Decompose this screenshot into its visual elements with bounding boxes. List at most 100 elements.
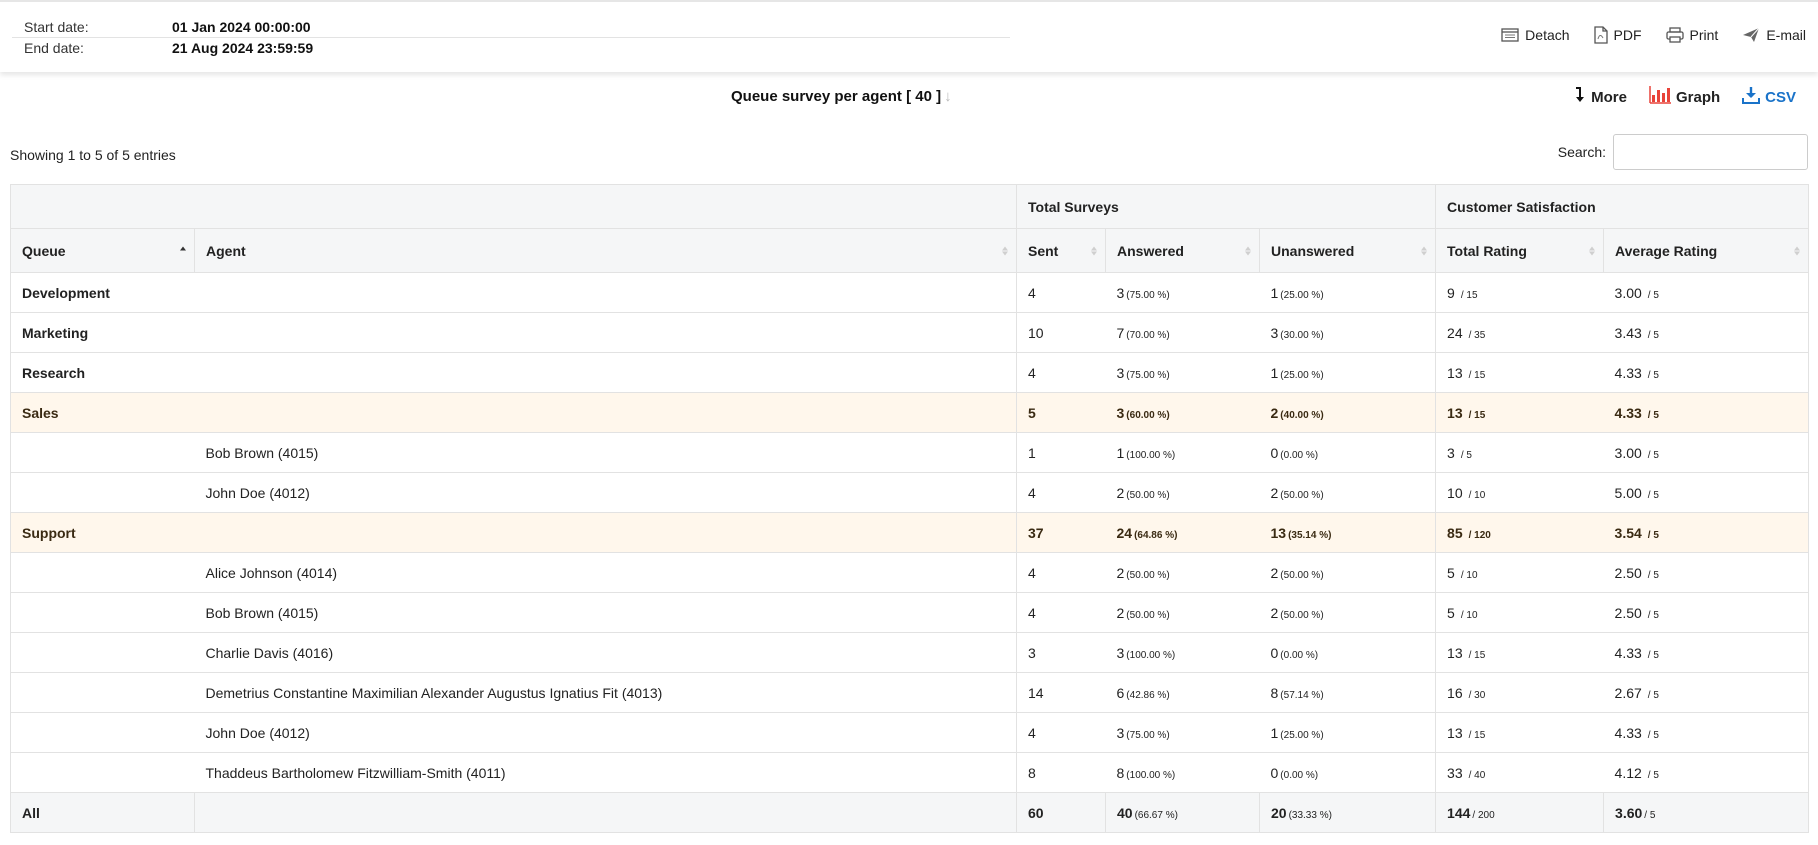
- agent-cell: John Doe (4012): [194, 712, 1017, 753]
- total-rating-cell: 5 / 10: [1435, 592, 1604, 633]
- column-header-queue-label: Queue: [22, 242, 66, 259]
- table-row: Thaddeus Bartholomew Fitzwilliam-Smith (…: [10, 752, 1810, 793]
- average-rating-max: / 5: [1647, 289, 1659, 301]
- total-rating-cell: 13 / 15: [1435, 392, 1604, 433]
- agent-cell: Thaddeus Bartholomew Fitzwilliam-Smith (…: [194, 752, 1017, 793]
- csv-button[interactable]: CSV: [1742, 86, 1796, 108]
- queue-cell: [10, 712, 195, 753]
- queue-cell: [10, 672, 195, 713]
- answered-cell: 3 (75.00 %): [1105, 352, 1260, 393]
- queue-cell: [10, 752, 195, 793]
- answered-percent: (50.00 %): [1126, 609, 1170, 621]
- unanswered-percent: (40.00 %): [1280, 409, 1324, 421]
- sent-cell: 5: [1016, 392, 1106, 433]
- average-rating-max: / 5: [1647, 689, 1659, 701]
- total-rating-max: / 5: [1460, 449, 1472, 461]
- total-answered-percent: (66.67 %): [1134, 809, 1178, 821]
- answered-percent: (100.00 %): [1126, 449, 1176, 461]
- end-date-value: 21 Aug 2024 23:59:59: [172, 40, 314, 56]
- answered-count: 3: [1116, 284, 1125, 301]
- average-rating-cell: 4.33 / 5: [1603, 632, 1810, 673]
- unanswered-count: 8: [1270, 684, 1279, 701]
- total-rating-max: / 15: [1468, 409, 1486, 421]
- average-rating-cell: 2.67 / 5: [1603, 672, 1810, 713]
- column-header-sent[interactable]: Sent: [1016, 228, 1106, 273]
- average-rating-max: / 5: [1647, 609, 1659, 621]
- graph-label: Graph: [1675, 88, 1721, 106]
- total-queue-cell: All: [10, 792, 195, 833]
- arrow-down-icon[interactable]: ↓: [944, 88, 952, 105]
- answered-percent: (75.00 %): [1126, 369, 1170, 381]
- answered-cell: 1 (100.00 %): [1105, 432, 1260, 473]
- column-header-total-rating[interactable]: Total Rating: [1435, 228, 1605, 273]
- total-rating-cell: 5 / 10: [1435, 552, 1604, 593]
- unanswered-percent: (25.00 %): [1280, 369, 1324, 381]
- column-header-agent[interactable]: Agent: [194, 228, 1017, 273]
- unanswered-percent: (50.00 %): [1280, 569, 1324, 581]
- search-input[interactable]: [1613, 134, 1808, 170]
- average-rating-value: 2.50: [1614, 564, 1642, 581]
- unanswered-cell: 1 (25.00 %): [1259, 712, 1437, 753]
- queue-name: Marketing: [22, 324, 89, 341]
- answered-count: 24: [1116, 524, 1133, 541]
- average-rating-cell: 3.54 / 5: [1603, 512, 1810, 553]
- total-rating-cell: 13 / 15: [1435, 632, 1604, 673]
- average-rating-value: 4.33: [1614, 364, 1642, 381]
- queue-cell: Marketing: [10, 312, 195, 353]
- total-answered-count: 40: [1117, 804, 1133, 821]
- email-button[interactable]: E-mail: [1742, 27, 1806, 43]
- more-button[interactable]: More: [1574, 87, 1627, 107]
- unanswered-cell: 8 (57.14 %): [1259, 672, 1437, 713]
- column-header-unanswered-label: Unanswered: [1271, 242, 1355, 259]
- column-header-queue[interactable]: Queue: [10, 228, 195, 273]
- unanswered-count: 2: [1270, 564, 1279, 581]
- average-rating-value: 4.33: [1614, 644, 1642, 661]
- answered-count: 3: [1116, 404, 1125, 421]
- unanswered-count: 13: [1270, 524, 1287, 541]
- total-rating-cell: 85 / 120: [1435, 512, 1604, 553]
- graph-button[interactable]: Graph: [1649, 86, 1720, 108]
- print-button[interactable]: Print: [1665, 27, 1718, 43]
- unanswered-cell: 1 (25.00 %): [1259, 352, 1437, 393]
- average-rating-cell: 5.00 / 5: [1603, 472, 1810, 513]
- table-row: Charlie Davis (4016) 3 3 (100.00 %) 0 (0.0…: [10, 632, 1810, 673]
- average-rating-cell: 3.43 / 5: [1603, 312, 1810, 353]
- unanswered-count: 1: [1270, 724, 1279, 741]
- sent-cell: 4: [1016, 472, 1106, 513]
- answered-cell: 3 (60.00 %): [1105, 392, 1260, 433]
- answered-cell: 2 (50.00 %): [1105, 552, 1260, 593]
- total-rating-max: / 15: [1468, 649, 1486, 661]
- unanswered-percent: (0.00 %): [1280, 649, 1319, 661]
- column-header-unanswered[interactable]: Unanswered: [1258, 228, 1437, 273]
- total-rating-max: / 120: [1468, 529, 1491, 541]
- table-total-row: All 60 40 (66.67 %) 20 (33.33 %) 144/ 200 …: [10, 792, 1810, 833]
- total-answered-cell: 40 (66.67 %): [1105, 792, 1260, 833]
- pdf-button[interactable]: PDF: [1593, 26, 1642, 44]
- average-rating-value: 3.54: [1614, 524, 1642, 541]
- answered-percent: (100.00 %): [1126, 769, 1176, 781]
- average-rating-value: 4.33: [1614, 404, 1642, 421]
- table-row: Bob Brown (4015) 4 2 (50.00 %) 2 (50.00 %)…: [10, 592, 1810, 633]
- send-icon: [1742, 27, 1760, 43]
- pdf-icon: [1593, 26, 1608, 44]
- queue-cell: [10, 472, 195, 513]
- total-rating-max: / 10: [1460, 609, 1478, 621]
- column-header-answered[interactable]: Answered: [1105, 228, 1260, 273]
- answered-count: 7: [1116, 324, 1125, 341]
- average-rating-cell: 2.50 / 5: [1603, 592, 1810, 633]
- unanswered-count: 1: [1270, 284, 1279, 301]
- total-rating-value: 13: [1447, 364, 1463, 381]
- answered-count: 2: [1116, 564, 1125, 581]
- average-rating-cell: 4.33 / 5: [1603, 712, 1810, 753]
- answered-percent: (100.00 %): [1126, 649, 1176, 661]
- detach-button[interactable]: Detach: [1501, 27, 1570, 43]
- sort-icon: [1091, 246, 1097, 255]
- column-header-average-rating[interactable]: Average Rating: [1603, 228, 1810, 273]
- queue-name: Support: [22, 524, 76, 541]
- total-rating-value: 24: [1447, 324, 1463, 341]
- answered-percent: (60.00 %): [1126, 409, 1170, 421]
- start-date-value: 01 Jan 2024 00:00:00: [172, 18, 311, 35]
- total-rating-max: / 30: [1468, 689, 1486, 701]
- total-rating-value: 85: [1447, 524, 1463, 541]
- table-row-highlighted: Sales 5 3 (60.00 %) 2 (40.00 %) 13 / 15 4.3…: [10, 392, 1810, 433]
